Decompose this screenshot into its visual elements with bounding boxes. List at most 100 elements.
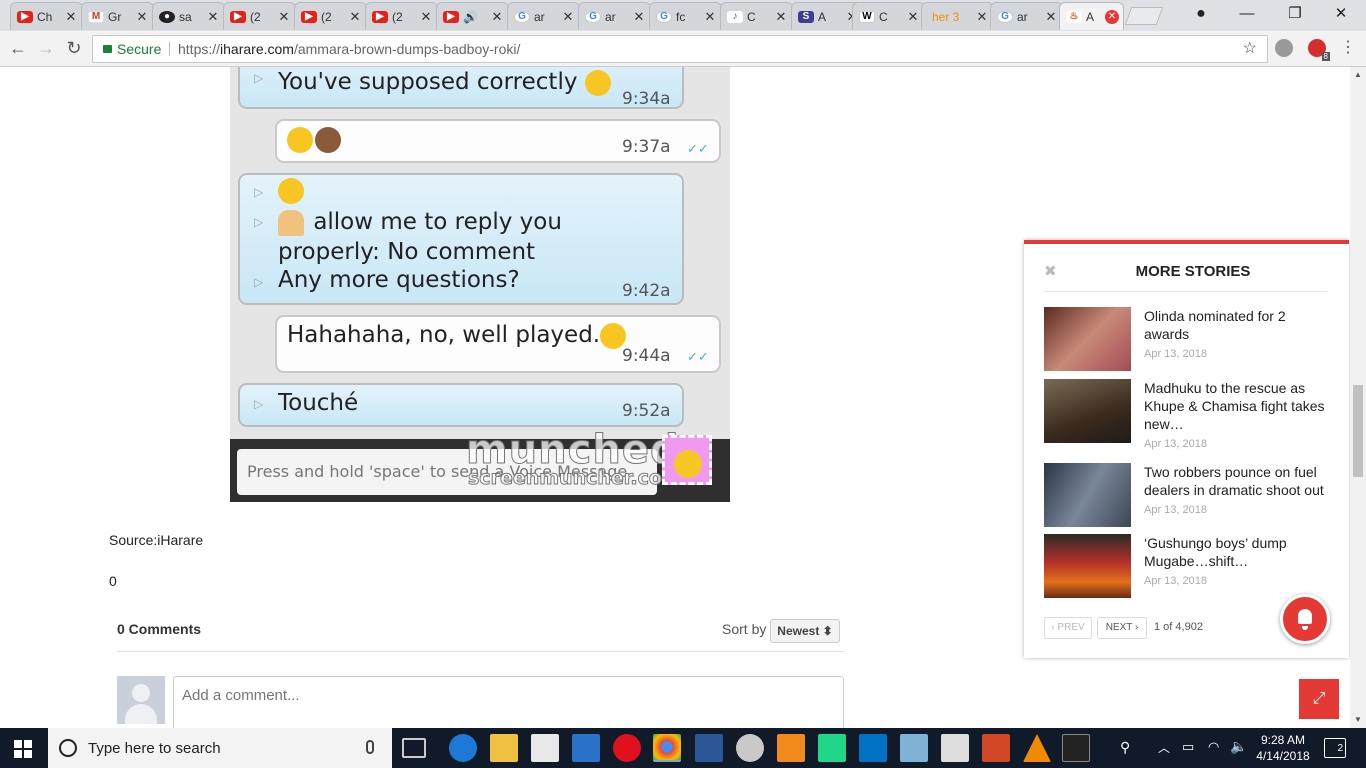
vlc-icon[interactable]	[1023, 734, 1051, 762]
windows-start-button[interactable]	[14, 740, 32, 758]
tab[interactable]: W C ✕	[852, 2, 925, 30]
tab[interactable]: her 3 ✕	[921, 2, 994, 30]
wink-tongue-emoji-icon	[287, 126, 313, 153]
wifi-icon[interactable]: ◠	[1208, 739, 1219, 755]
microphone-icon[interactable]	[366, 740, 374, 754]
tab[interactable]: Gfc ✕	[649, 2, 722, 30]
comment-input[interactable]: Add a comment...	[173, 676, 844, 728]
tab[interactable]: ▶ (2 ✕	[223, 2, 296, 30]
file-explorer-icon[interactable]	[490, 734, 518, 762]
close-tab-icon[interactable]: ✕	[975, 9, 989, 25]
close-tab-icon[interactable]: ✕	[1105, 9, 1119, 24]
prev-button[interactable]: ‹ PREV	[1044, 617, 1092, 639]
opera-icon[interactable]	[613, 734, 641, 762]
close-tab-icon[interactable]: ✕	[561, 9, 575, 25]
tab[interactable]: M Gr ✕	[81, 2, 154, 30]
gmail-icon: M	[88, 10, 104, 23]
tab[interactable]: Gar ✕	[507, 2, 580, 30]
sublime-text-icon[interactable]	[777, 734, 805, 762]
action-center-icon[interactable]: 2	[1324, 738, 1346, 758]
smirk-emoji-icon	[278, 177, 304, 204]
battery-icon[interactable]: ▭	[1182, 739, 1194, 755]
extension-icon[interactable]	[1275, 39, 1293, 57]
youtube-icon: ▶	[230, 10, 246, 23]
play-icon: ▷	[254, 215, 264, 229]
chrome-icon[interactable]	[653, 734, 681, 762]
close-tab-icon[interactable]: ✕	[206, 9, 220, 25]
scroll-down-arrow-icon[interactable]: ▼	[1354, 715, 1362, 724]
notification-bell-button[interactable]	[1280, 594, 1330, 644]
clock[interactable]: 9:28 AM 4/14/2018	[1248, 732, 1318, 764]
opera-extension-icon[interactable]: 8	[1308, 39, 1330, 61]
chevron-up-icon[interactable]: ︿	[1158, 739, 1170, 756]
story-thumbnail[interactable]	[1044, 307, 1131, 371]
youtube-icon: ▶	[301, 10, 317, 23]
story-thumbnail[interactable]	[1044, 534, 1131, 598]
pycharm-icon[interactable]	[818, 734, 846, 762]
next-button[interactable]: NEXT ›	[1097, 617, 1147, 639]
new-tab-button[interactable]	[1124, 7, 1164, 25]
sort-dropdown[interactable]: Newest ⬍	[770, 619, 840, 643]
app-icon[interactable]	[572, 734, 600, 762]
share-button[interactable]: ⤢	[1299, 679, 1339, 719]
tab[interactable]: Gar ✕	[578, 2, 651, 30]
close-tab-icon[interactable]: ✕	[632, 9, 646, 25]
close-tab-icon[interactable]: ✕	[135, 9, 149, 25]
url-text[interactable]: https://iharare.com/ammara-brown-dumps-b…	[178, 36, 520, 62]
taskbar-search-box[interactable]: Type here to search	[48, 728, 392, 768]
tab[interactable]: ▶ (2 ✕	[294, 2, 367, 30]
people-icon[interactable]: ⚲	[1120, 739, 1130, 756]
close-tab-icon[interactable]: ✕	[64, 9, 78, 25]
close-tab-icon[interactable]: ✕	[906, 9, 920, 25]
avatar	[117, 676, 165, 724]
reload-button[interactable]: ↻	[64, 38, 84, 58]
powerpoint-icon[interactable]	[982, 734, 1010, 762]
close-tab-icon[interactable]: ✕	[490, 9, 504, 25]
page-content: ▷ You've supposed correctly 9:34a 9:37a …	[0, 67, 1350, 728]
close-tab-icon[interactable]: ✕	[1044, 9, 1058, 25]
share-count: 0	[109, 573, 117, 589]
close-tab-icon[interactable]: ✕	[277, 9, 291, 25]
word-icon[interactable]	[695, 734, 723, 762]
scroll-up-arrow-icon[interactable]: ▲	[1354, 70, 1362, 79]
volume-icon[interactable]: 🔈	[1230, 738, 1247, 755]
mail-icon[interactable]	[531, 734, 559, 762]
close-tab-icon[interactable]: ✕	[774, 9, 788, 25]
close-tab-icon[interactable]: ✕	[348, 9, 362, 25]
scrollbar[interactable]: ▲ ▼	[1350, 67, 1366, 728]
tab[interactable]: ♪ C ✕	[720, 2, 793, 30]
tab-active[interactable]: ♨ A ✕	[1059, 2, 1124, 30]
chat-bubble-outgoing: 9:37a ✓✓	[275, 119, 721, 163]
tab[interactable]: Gar ✕	[990, 2, 1063, 30]
photos-icon[interactable]	[941, 734, 969, 762]
minimize-button[interactable]: —	[1224, 0, 1270, 28]
tab[interactable]: ▶ (2 ✕	[365, 2, 438, 30]
paint-icon[interactable]	[736, 734, 764, 762]
scrollbar-thumb[interactable]	[1353, 385, 1363, 477]
address-bar[interactable]: Secure https://iharare.com/ammara-brown-…	[92, 35, 1268, 63]
tab[interactable]: ▶ Ch ✕	[10, 2, 83, 30]
app-icon[interactable]	[900, 734, 928, 762]
close-tab-icon[interactable]: ✕	[419, 9, 433, 25]
tab[interactable]: ▶ 🔊 ✕	[436, 2, 509, 30]
back-button[interactable]: ←	[8, 38, 28, 58]
close-tab-icon[interactable]: ✕	[703, 9, 717, 25]
edge-icon[interactable]	[449, 734, 477, 762]
restore-button[interactable]: ❐	[1272, 0, 1318, 28]
profile-icon[interactable]: ●	[1178, 0, 1224, 28]
story-thumbnail[interactable]	[1044, 379, 1131, 443]
story-thumbnail[interactable]	[1044, 463, 1131, 527]
tab[interactable]: ● sa ✕	[152, 2, 225, 30]
play-icon: ▷	[254, 71, 264, 85]
outlook-icon[interactable]	[859, 734, 887, 762]
task-view-icon[interactable]	[402, 738, 426, 758]
bookmark-star-icon[interactable]: ☆	[1243, 36, 1257, 62]
play-icon: ▷	[254, 397, 264, 411]
menu-icon[interactable]: ⋮	[1338, 38, 1358, 58]
chat-bubble-incoming: ▷ You've supposed correctly 9:34a	[238, 67, 684, 109]
close-window-button[interactable]: ✕	[1318, 0, 1364, 28]
forward-button[interactable]: →	[36, 38, 56, 58]
youtube-icon: ▶	[372, 10, 388, 23]
terminal-icon[interactable]	[1062, 734, 1090, 762]
secure-indicator[interactable]: Secure	[103, 36, 161, 62]
